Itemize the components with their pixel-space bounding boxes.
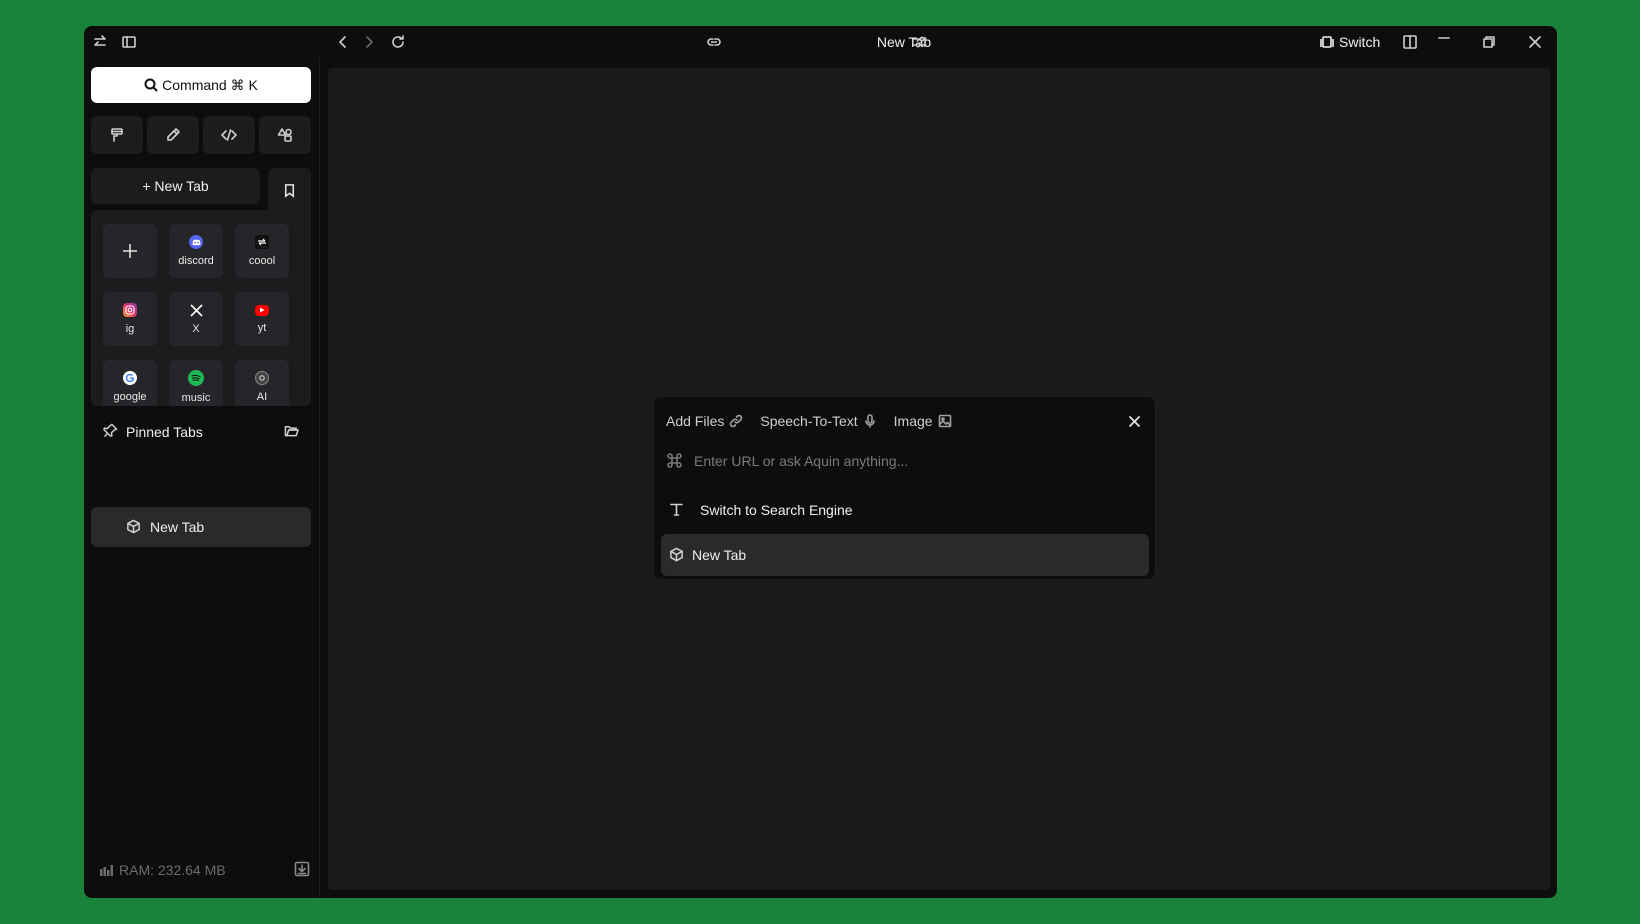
close-icon[interactable] [1525, 32, 1545, 52]
restore-icon[interactable] [1479, 32, 1499, 52]
download-icon[interactable] [294, 861, 310, 882]
speech-to-text-label: Speech-To-Text [760, 413, 858, 429]
shortcut-label: coool [248, 255, 276, 267]
shortcuts-panel: discord coool ig X yt google music AI [91, 210, 311, 406]
folder-open-icon[interactable] [284, 423, 299, 443]
switch-button[interactable]: Switch [1320, 32, 1380, 52]
add-files-button[interactable]: Add Files [666, 413, 743, 429]
pinned-tabs-label: Pinned Tabs [126, 424, 203, 440]
switch-to-search-engine-option[interactable]: Switch to Search Engine [661, 489, 1149, 531]
url-search-input[interactable] [694, 449, 1134, 473]
tool-row [91, 116, 311, 154]
switch-label: Switch [1339, 34, 1381, 50]
shortcut-discord[interactable]: discord [169, 224, 223, 278]
text-t-icon [669, 502, 684, 522]
tab-label: New Tab [150, 519, 205, 535]
cube-icon [127, 519, 140, 534]
instagram-icon [123, 303, 137, 317]
ram-status: RAM: 232.64 MB [100, 860, 310, 880]
shortcut-label: ig [125, 323, 135, 335]
paint-roller-icon [111, 128, 123, 142]
sidebar-divider [319, 58, 320, 898]
minimize-icon[interactable] [1434, 32, 1454, 52]
option-label: Switch to Search Engine [700, 502, 853, 518]
google-icon [123, 371, 137, 385]
shortcut-music[interactable]: music [169, 360, 223, 406]
new-tab-option[interactable]: New Tab [661, 534, 1149, 576]
shortcut-label: AI [256, 391, 268, 403]
ram-usage: RAM: 232.64 MB [119, 862, 226, 878]
palette-input-row [666, 449, 1144, 473]
shortcut-coool[interactable]: coool [235, 224, 289, 278]
shapes-button[interactable] [259, 116, 311, 154]
new-tab-button[interactable]: + New Tab [91, 168, 260, 204]
split-view-icon[interactable] [1400, 32, 1420, 52]
speech-to-text-button[interactable]: Speech-To-Text [760, 413, 876, 429]
code-button[interactable] [203, 116, 255, 154]
shortcut-ig[interactable]: ig [103, 292, 157, 346]
option-label: New Tab [692, 547, 747, 563]
spotify-icon [188, 370, 204, 386]
settings-sliders-icon[interactable] [910, 32, 930, 52]
paint-roller-button[interactable] [91, 116, 143, 154]
code-icon [221, 129, 237, 141]
shortcut-x[interactable]: X [169, 292, 223, 346]
shortcut-label: google [113, 391, 147, 403]
link-icon[interactable] [704, 32, 724, 52]
add-files-label: Add Files [666, 413, 725, 429]
sidebar-toggle-icon[interactable] [119, 32, 139, 52]
pinned-tabs-header: Pinned Tabs [91, 416, 311, 446]
image-button[interactable]: Image [894, 413, 952, 429]
shapes-icon [277, 128, 292, 142]
bookmark-icon [284, 183, 295, 198]
youtube-icon [255, 304, 269, 316]
pen-button[interactable] [147, 116, 199, 154]
sidebar-tab-new-tab[interactable]: New Tab [91, 507, 311, 547]
shortcut-label: X [192, 323, 200, 335]
pin-icon [103, 423, 118, 443]
discord-icon [189, 235, 203, 249]
add-shortcut-button[interactable] [103, 224, 157, 278]
palette-close-icon[interactable] [1125, 412, 1143, 430]
image-label: Image [893, 413, 933, 429]
shortcut-label: music [181, 392, 211, 404]
sidebar: Command ⌘ K + New Tab discord coool ig X… [84, 58, 319, 898]
x-icon [189, 303, 203, 317]
shortcut-ai[interactable]: AI [235, 360, 289, 406]
forward-icon[interactable] [359, 32, 379, 52]
microphone-icon [864, 414, 875, 428]
title-bar: New Tab Switch [84, 26, 1557, 58]
ai-icon [255, 371, 269, 385]
swap-arrows-icon[interactable] [90, 32, 110, 52]
image-icon [938, 414, 951, 428]
window-title: New Tab [876, 34, 932, 50]
command-button[interactable]: Command ⌘ K [91, 67, 311, 103]
browser-window: New Tab Switch Command ⌘ K + New Tab dis… [84, 26, 1557, 898]
plus-icon [123, 244, 137, 258]
shortcut-google[interactable]: google [103, 360, 157, 406]
shortcut-yt[interactable]: yt [235, 292, 289, 346]
command-label: Command ⌘ K [162, 76, 258, 93]
shortcut-label: yt [257, 321, 267, 334]
shortcut-label: discord [178, 255, 214, 267]
palette-actions: Add Files Speech-To-Text Image [666, 411, 969, 431]
bookmark-button[interactable] [268, 168, 311, 212]
cube-icon [669, 547, 684, 567]
switch-icon [1320, 36, 1334, 48]
pen-icon [167, 128, 180, 141]
ram-chart-icon [100, 863, 114, 881]
search-icon [144, 78, 158, 92]
reload-icon[interactable] [388, 32, 408, 52]
back-icon[interactable] [333, 32, 353, 52]
command-palette: Add Files Speech-To-Text Image Enter URL… [653, 396, 1156, 580]
coool-icon [255, 235, 269, 249]
command-key-icon [666, 452, 683, 474]
link-icon [730, 414, 743, 428]
